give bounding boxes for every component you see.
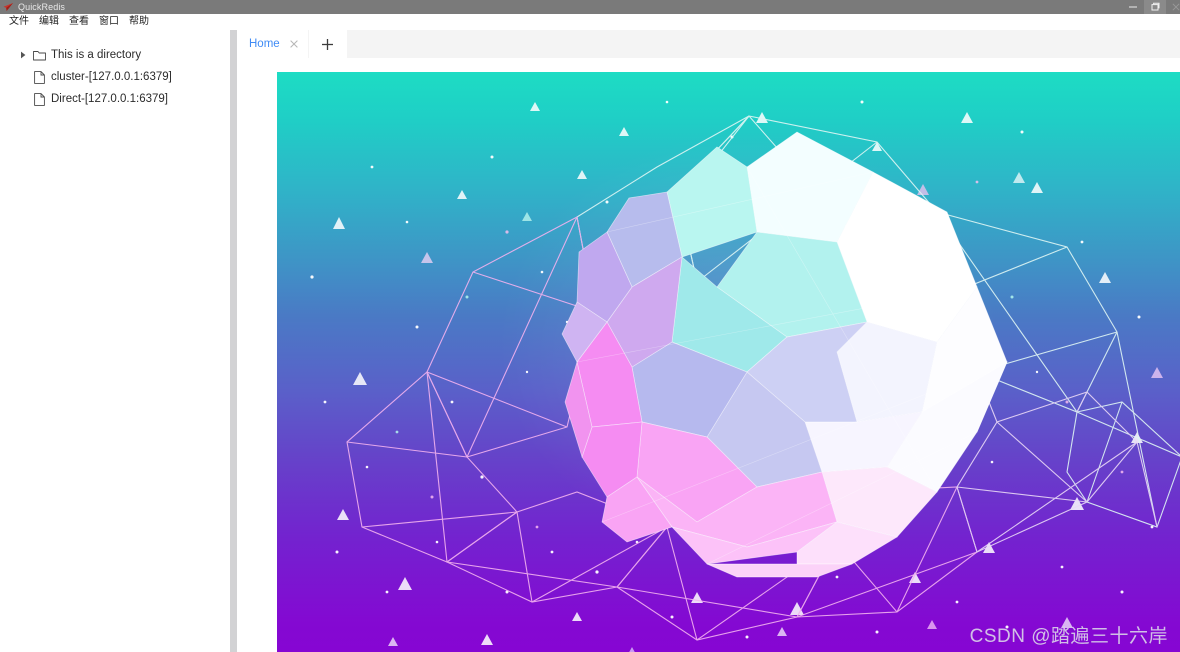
tab-label: Home: [249, 38, 280, 50]
file-icon: [30, 66, 48, 88]
tree-item-label: Direct-[127.0.0.1:6379]: [51, 93, 168, 105]
tree-item-direct-connection[interactable]: Direct-[127.0.0.1:6379]: [0, 88, 230, 110]
tab-home[interactable]: Home: [237, 30, 308, 58]
hero-container: CSDN @踏遍三十六岸: [277, 72, 1180, 652]
maximize-button[interactable]: [1144, 0, 1166, 14]
menu-edit[interactable]: 编辑: [34, 14, 64, 30]
hero-scene: [310, 100, 1180, 652]
paper-plane-logo-icon: [2, 0, 15, 14]
new-tab-button[interactable]: [308, 30, 347, 58]
close-button[interactable]: [1166, 0, 1180, 14]
tab-strip: Home: [237, 30, 1180, 58]
home-hero-graphic: CSDN @踏遍三十六岸: [277, 72, 1180, 652]
menu-file[interactable]: 文件: [4, 14, 34, 30]
chevron-right-icon[interactable]: [16, 44, 30, 66]
menu-bar: 文件 编辑 查看 窗口 帮助: [0, 14, 1180, 30]
file-icon: [30, 88, 48, 110]
watermark-text: CSDN @踏遍三十六岸: [969, 626, 1168, 647]
tree-item-directory[interactable]: This is a directory: [0, 44, 230, 66]
connection-tree-sidebar: This is a directory cluster-[127.0.0.1:6…: [0, 30, 230, 652]
title-bar: QuickRedis: [0, 0, 1180, 14]
menu-view[interactable]: 查看: [64, 14, 94, 30]
close-icon[interactable]: [288, 38, 300, 50]
window-title: QuickRedis: [18, 2, 66, 12]
content-panel: Home CSDN @踏遍三十六岸: [237, 30, 1180, 652]
plus-icon: [321, 38, 334, 51]
tree-item-label: cluster-[127.0.0.1:6379]: [51, 71, 172, 83]
app-window: QuickRedis 文件 编辑 查看 窗口 帮助 This is a dire…: [0, 0, 1180, 652]
menu-help[interactable]: 帮助: [124, 14, 154, 30]
tree-item-cluster-connection[interactable]: cluster-[127.0.0.1:6379]: [0, 66, 230, 88]
minimize-button[interactable]: [1122, 0, 1144, 14]
folder-icon: [30, 44, 48, 66]
menu-window[interactable]: 窗口: [94, 14, 124, 30]
tree-item-label: This is a directory: [51, 49, 142, 61]
sidebar-resize-divider[interactable]: [230, 30, 237, 652]
